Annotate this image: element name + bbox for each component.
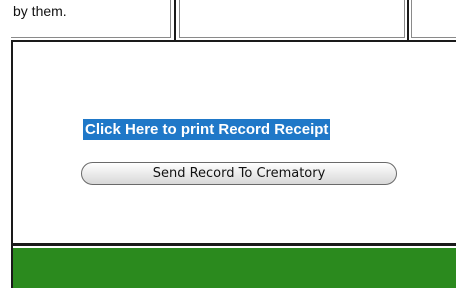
column-divider xyxy=(407,0,409,42)
text-cell: by them. xyxy=(11,0,171,38)
cell-text: by them. xyxy=(13,3,67,19)
send-record-to-crematory-button[interactable]: Send Record To Crematory xyxy=(81,162,397,185)
form-row: by them. xyxy=(11,0,456,42)
empty-input-cell[interactable] xyxy=(179,0,405,38)
footer-bar xyxy=(13,248,456,288)
empty-input-cell[interactable] xyxy=(411,0,456,38)
print-record-receipt-link[interactable]: Click Here to print Record Receipt xyxy=(83,119,331,140)
section-divider xyxy=(11,243,456,246)
column-divider xyxy=(174,0,176,42)
